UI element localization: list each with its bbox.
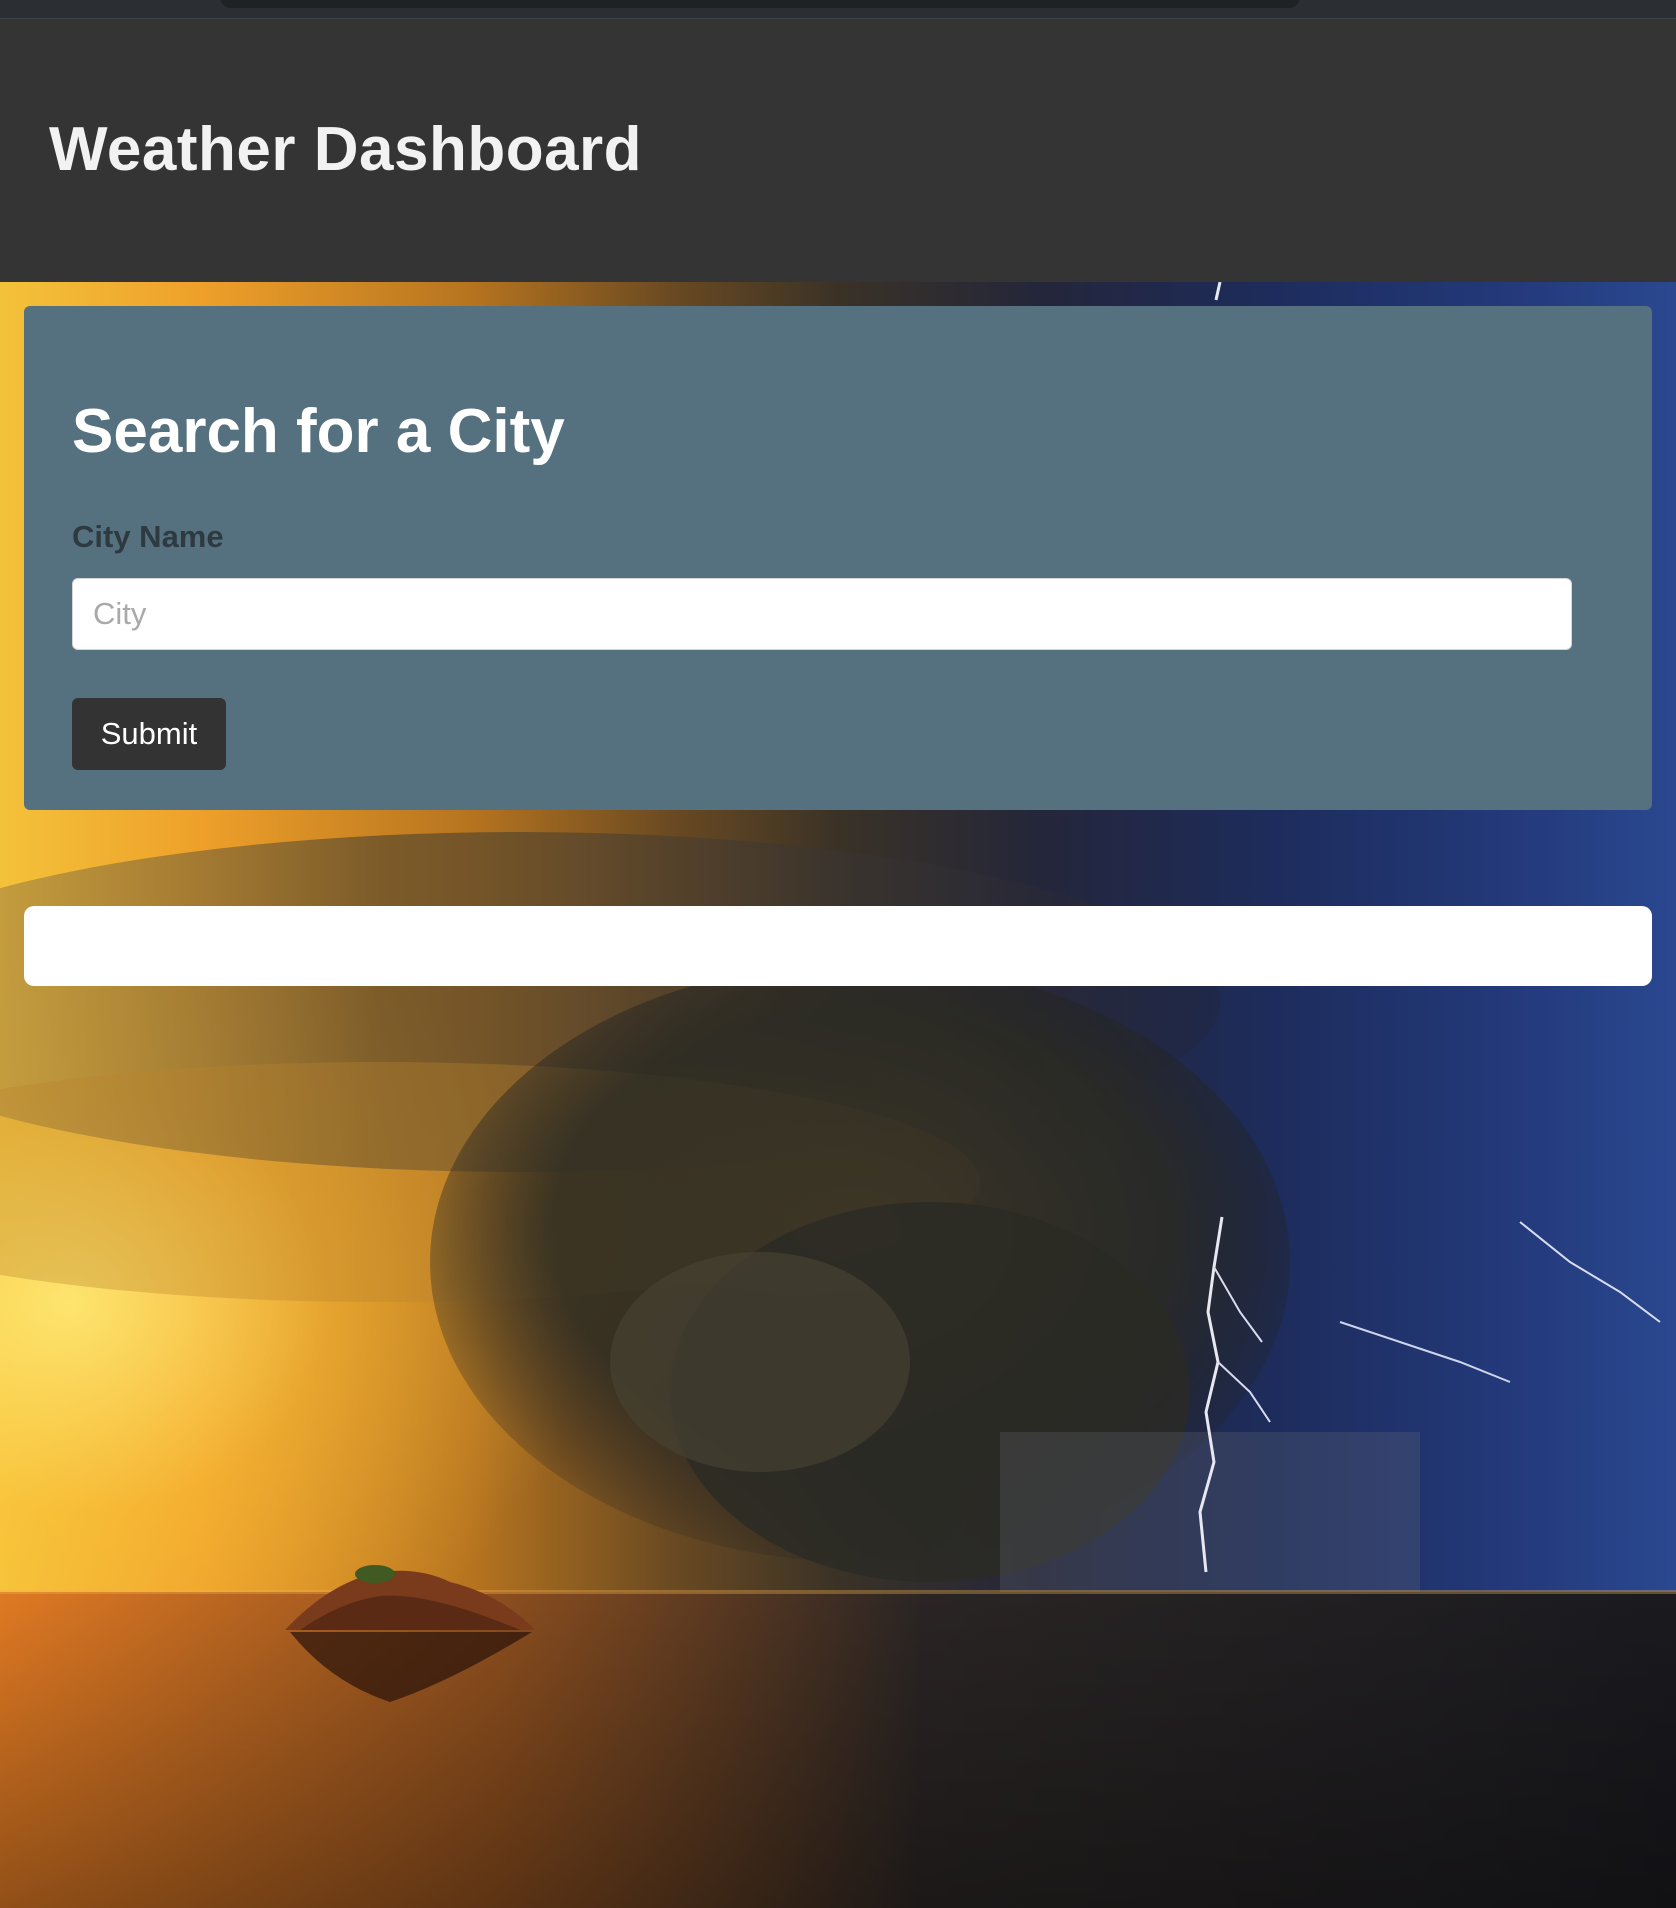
search-heading: Search for a City bbox=[72, 397, 565, 466]
search-card: Search for a City City Name Submit bbox=[24, 306, 1652, 810]
page-title: Weather Dashboard bbox=[49, 115, 643, 184]
submit-button[interactable]: Submit bbox=[72, 698, 226, 770]
browser-top-strip bbox=[0, 0, 1676, 19]
city-name-label: City Name bbox=[72, 519, 224, 554]
app-header: Weather Dashboard bbox=[0, 19, 1676, 282]
browser-address-bar[interactable] bbox=[220, 0, 1300, 8]
weather-results-card bbox=[24, 906, 1652, 986]
city-search-input[interactable] bbox=[72, 578, 1572, 650]
